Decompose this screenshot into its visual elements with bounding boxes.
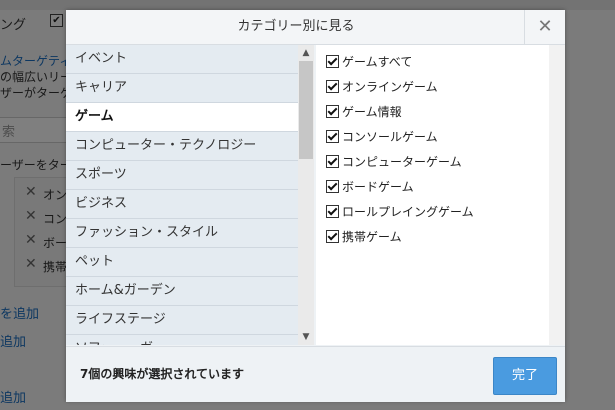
option-label: ゲーム情報: [342, 105, 402, 119]
category-list: イベント キャリア ゲーム コンピューター・テクノロジー スポーツ ビジネス フ…: [66, 45, 298, 345]
scroll-down-icon[interactable]: ▼: [298, 330, 314, 344]
option-label: ロールプレイングゲーム: [342, 205, 474, 219]
category-item-games[interactable]: ゲーム: [66, 103, 298, 132]
option-game-info[interactable]: ゲーム情報: [326, 102, 402, 122]
option-label: ボードゲーム: [342, 180, 414, 194]
category-item-fashion-style[interactable]: ファッション・スタイル: [66, 219, 298, 248]
dialog-header: カテゴリー別に見る ✕: [66, 10, 565, 45]
dialog-footer: 7個の興味が選択されています 完了: [66, 346, 565, 402]
options-scrollbar[interactable]: [549, 45, 565, 345]
category-item-pets[interactable]: ペット: [66, 248, 298, 277]
category-item-life-stage[interactable]: ライフステージ: [66, 306, 298, 335]
checkbox-checked[interactable]: [326, 180, 339, 193]
category-item-sports[interactable]: スポーツ: [66, 161, 298, 190]
checkbox-checked[interactable]: [326, 230, 339, 243]
option-online-games[interactable]: オンラインゲーム: [326, 77, 438, 97]
option-label: ゲームすべて: [342, 55, 413, 69]
checkbox-checked[interactable]: [326, 105, 339, 118]
option-label: 携帯ゲーム: [342, 230, 402, 244]
category-item-business[interactable]: ビジネス: [66, 190, 298, 219]
option-games-all[interactable]: ゲームすべて: [326, 52, 412, 72]
checkbox-checked[interactable]: [326, 130, 339, 143]
option-board-games[interactable]: ボードゲーム: [326, 177, 414, 197]
category-scrollbar[interactable]: ▲ ▼: [298, 45, 314, 345]
checkbox-checked[interactable]: [326, 205, 339, 218]
category-item-computer-technology[interactable]: コンピューター・テクノロジー: [66, 132, 298, 161]
option-computer-games[interactable]: コンピューターゲーム: [326, 152, 462, 172]
category-dialog: カテゴリー別に見る ✕ イベント キャリア ゲーム コンピューター・テクノロジー…: [66, 10, 565, 402]
dialog-title: カテゴリー別に見る: [237, 19, 355, 34]
option-mobile-games[interactable]: 携帯ゲーム: [326, 227, 402, 247]
close-icon[interactable]: ✕: [524, 10, 565, 44]
checkbox-checked[interactable]: [326, 155, 339, 168]
done-button[interactable]: 完了: [493, 357, 557, 395]
checkbox-checked[interactable]: [326, 80, 339, 93]
option-label: オンラインゲーム: [342, 80, 438, 94]
interest-options-panel: ゲームすべて オンラインゲーム ゲーム情報 コンソールゲーム コンピューターゲー…: [316, 45, 549, 345]
scrollbar-thumb[interactable]: [299, 61, 313, 159]
option-role-playing-games[interactable]: ロールプレイングゲーム: [326, 202, 474, 222]
category-item-home-garden[interactable]: ホーム&ガーデン: [66, 277, 298, 306]
checkbox-checked[interactable]: [326, 55, 339, 68]
scroll-up-icon[interactable]: ▲: [298, 46, 314, 60]
category-item-partial[interactable]: ソファー・ガ: [66, 335, 298, 345]
category-item-career[interactable]: キャリア: [66, 74, 298, 103]
option-label: コンピューターゲーム: [342, 155, 462, 169]
selection-count: 7個の興味が選択されています: [80, 367, 244, 381]
option-label: コンソールゲーム: [342, 130, 438, 144]
category-item-event[interactable]: イベント: [66, 45, 298, 74]
option-console-games[interactable]: コンソールゲーム: [326, 127, 438, 147]
